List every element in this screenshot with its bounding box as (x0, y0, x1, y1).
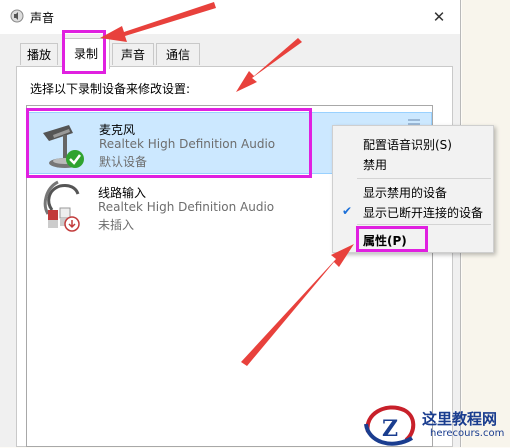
arrow-to-instruction (236, 38, 302, 92)
arrow-to-properties (241, 244, 354, 366)
watermark-text: 这里教程网 (422, 410, 498, 428)
watermark-url: herecours.com (430, 428, 505, 439)
arrow-to-tab (100, 2, 216, 42)
svg-text:Z: Z (382, 416, 398, 442)
watermark-logo-icon: Z (364, 405, 416, 446)
annotation-arrows (100, 2, 354, 366)
